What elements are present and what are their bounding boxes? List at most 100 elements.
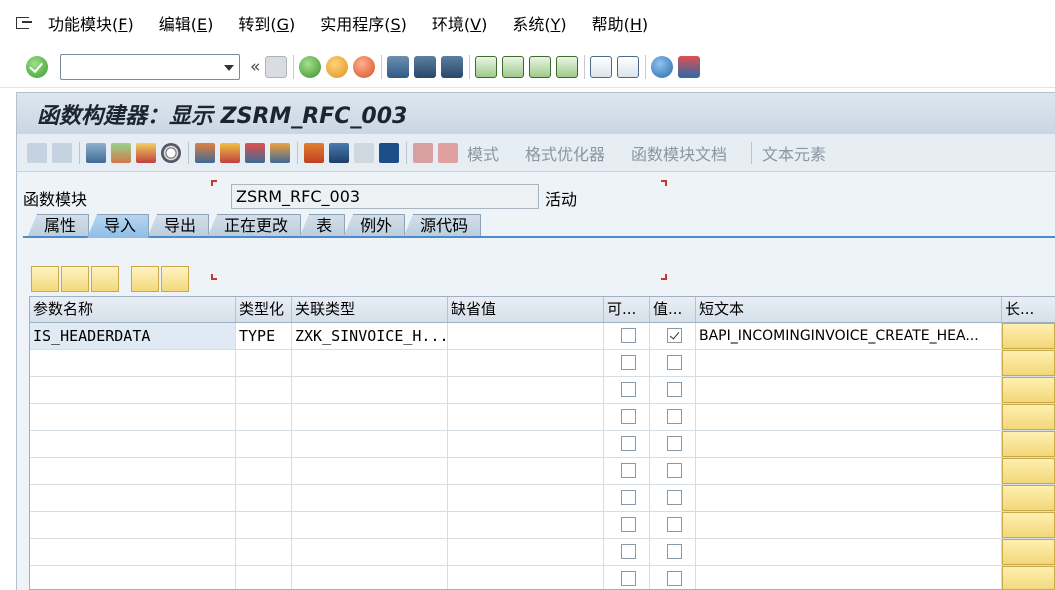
cell-default[interactable] (448, 512, 604, 538)
cell-name[interactable] (30, 431, 236, 457)
stack-icon[interactable] (329, 142, 349, 163)
function-module-field[interactable]: ZSRM_RFC_003 (231, 184, 539, 209)
optional-checkbox[interactable] (620, 463, 636, 478)
value-checkbox[interactable] (666, 517, 682, 532)
table-row[interactable] (30, 431, 1055, 458)
optional-checkbox[interactable] (620, 355, 636, 370)
menu-goto[interactable]: 转到(G) (238, 11, 295, 35)
cell-assoc[interactable] (292, 431, 448, 457)
last-page-icon[interactable] (556, 55, 579, 78)
cell-default[interactable] (448, 404, 604, 430)
cell-assoc[interactable] (292, 485, 448, 511)
table-row[interactable] (30, 566, 1055, 589)
cell-assoc[interactable] (292, 377, 448, 403)
new-session-icon[interactable] (590, 55, 613, 78)
activate-icon[interactable] (161, 142, 181, 163)
col-param-name[interactable]: 参数名称 (30, 297, 236, 322)
cell-short-text[interactable] (696, 404, 1002, 430)
long-text-button[interactable] (1002, 485, 1055, 511)
shortcut-icon[interactable] (617, 55, 640, 78)
insert-row-icon[interactable] (131, 266, 159, 292)
cell-assoc[interactable] (292, 566, 448, 589)
cell-typing[interactable] (236, 566, 292, 589)
test-icon[interactable] (220, 142, 240, 163)
cell-default[interactable] (448, 458, 604, 484)
cell-default[interactable] (448, 350, 604, 376)
value-checkbox[interactable] (666, 355, 682, 370)
table-row[interactable] (30, 512, 1055, 539)
table-row[interactable] (30, 377, 1055, 404)
find-icon[interactable] (414, 55, 437, 78)
cell-short-text[interactable] (696, 377, 1002, 403)
col-assoc-type[interactable]: 关联类型 (292, 297, 448, 322)
find-next-icon[interactable] (441, 55, 464, 78)
delete-row-icon[interactable] (161, 266, 189, 292)
cell-typing[interactable] (236, 539, 292, 565)
table-row[interactable] (30, 539, 1055, 566)
long-text-button[interactable] (1002, 323, 1055, 349)
layout-icon[interactable] (354, 142, 374, 163)
value-checkbox[interactable] (666, 571, 682, 586)
check-icon[interactable] (136, 142, 156, 163)
back-arrow-icon[interactable] (27, 142, 47, 163)
menu-system[interactable]: 系统(Y) (512, 11, 566, 35)
copy-icon[interactable] (61, 266, 89, 292)
cell-default[interactable] (448, 323, 604, 349)
cell-name[interactable] (30, 539, 236, 565)
cell-typing[interactable] (236, 350, 292, 376)
value-checkbox[interactable] (666, 382, 682, 397)
debug-icon[interactable] (245, 142, 265, 163)
cell-typing[interactable] (236, 458, 292, 484)
cell-name[interactable] (30, 512, 236, 538)
value-checkbox[interactable] (666, 490, 682, 505)
cell-short-text[interactable] (696, 566, 1002, 589)
table-row[interactable] (30, 404, 1055, 431)
fm-documentation-button[interactable]: 函数模块文档 (631, 141, 727, 165)
chevron-down-icon[interactable] (224, 64, 234, 71)
menu-function-module[interactable]: 功能模块(F) (48, 11, 134, 35)
cancel-icon[interactable] (353, 55, 376, 78)
col-optional[interactable]: 可... (604, 297, 650, 322)
cell-short-text[interactable] (696, 431, 1002, 457)
cell-default[interactable] (448, 431, 604, 457)
previous-page-icon[interactable] (502, 55, 525, 78)
long-text-button[interactable] (1002, 458, 1055, 484)
long-text-button[interactable] (1002, 350, 1055, 376)
cell-name[interactable] (30, 566, 236, 589)
cell-assoc[interactable] (292, 404, 448, 430)
cell-name[interactable] (30, 485, 236, 511)
optional-checkbox[interactable] (620, 544, 636, 559)
cell-short-text[interactable] (696, 350, 1002, 376)
pattern-icon[interactable] (413, 142, 433, 163)
optional-checkbox[interactable] (620, 436, 636, 451)
long-text-button[interactable] (1002, 377, 1055, 403)
value-checkbox[interactable] (666, 463, 682, 478)
enter-check-icon[interactable] (26, 55, 48, 78)
long-text-button[interactable] (1002, 566, 1055, 589)
cell-default[interactable] (448, 539, 604, 565)
tab-exceptions[interactable]: 例外 (343, 214, 406, 238)
cell-short-text[interactable] (696, 485, 1002, 511)
cell-assoc[interactable]: ZXK_SINVOICE_H... (292, 323, 448, 349)
collapse-command-icon[interactable]: « (250, 57, 260, 77)
value-checkbox[interactable] (666, 436, 682, 451)
tab-tables[interactable]: 表 (299, 214, 346, 238)
back-icon[interactable] (299, 55, 322, 78)
first-page-icon[interactable] (475, 55, 498, 78)
optional-checkbox[interactable] (620, 517, 636, 532)
cell-default[interactable] (448, 485, 604, 511)
display-change-icon[interactable] (86, 142, 106, 163)
cell-assoc[interactable] (292, 512, 448, 538)
cell-short-text[interactable] (696, 458, 1002, 484)
table-row[interactable] (30, 458, 1055, 485)
save-icon[interactable] (265, 55, 288, 78)
cell-typing[interactable]: TYPE (236, 323, 292, 349)
col-typing[interactable]: 类型化 (236, 297, 292, 322)
menu-utilities[interactable]: 实用程序(S) (320, 11, 407, 35)
cell-typing[interactable] (236, 377, 292, 403)
tab-source-code[interactable]: 源代码 (403, 214, 482, 238)
long-text-button[interactable] (1002, 431, 1055, 457)
cell-typing[interactable] (236, 512, 292, 538)
menu-edit[interactable]: 编辑(E) (159, 11, 214, 35)
tab-import[interactable]: 导入 (87, 214, 150, 238)
